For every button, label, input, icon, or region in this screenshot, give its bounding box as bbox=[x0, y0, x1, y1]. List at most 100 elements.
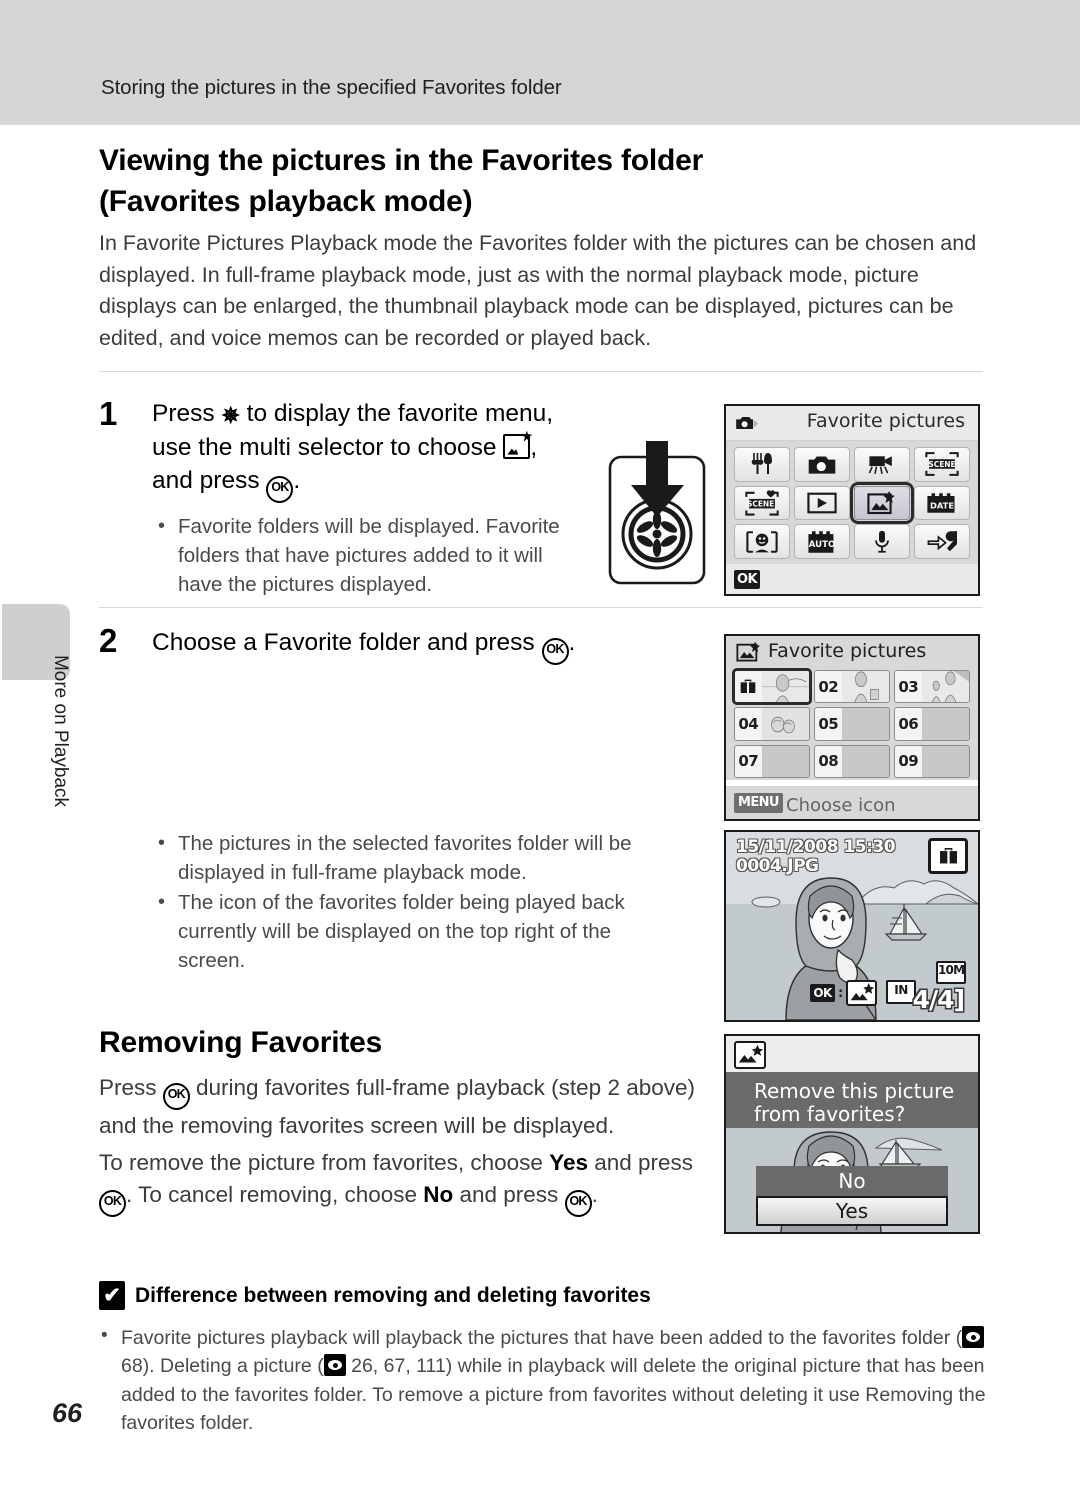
favorite-pictures-icon bbox=[846, 980, 878, 1006]
note-heading: Difference between removing and deleting… bbox=[135, 1283, 651, 1307]
note-heading-row: ✔ Difference between removing and deleti… bbox=[99, 1281, 989, 1310]
remove-yes-button[interactable]: Yes bbox=[756, 1196, 948, 1226]
frame-counter: 4/4] bbox=[912, 985, 965, 1014]
menu-cell-favorite-pictures[interactable] bbox=[850, 481, 914, 525]
lcd-screen-remove-dialog: Remove this picture from favorites? No Y… bbox=[724, 1034, 980, 1234]
colon-separator: : bbox=[838, 985, 844, 1001]
folder-cell-02-label: 02 bbox=[818, 677, 839, 696]
folder-cell-09[interactable]: 09 bbox=[894, 744, 970, 778]
playback-ok-hint: OK : bbox=[810, 980, 878, 1006]
folder-cell-04[interactable]: 04 bbox=[734, 707, 810, 741]
menu-cell-setup[interactable] bbox=[914, 524, 970, 559]
movie-icon bbox=[868, 456, 892, 475]
menu-cell-camera[interactable] bbox=[794, 447, 850, 482]
folder-cell-02-label-area: 02 bbox=[815, 671, 842, 703]
folder-cell-01[interactable] bbox=[732, 667, 812, 706]
briefcase-icon bbox=[939, 847, 957, 863]
folder-cell-05[interactable]: 05 bbox=[814, 707, 890, 741]
menu-cell-auto[interactable]: AUTO bbox=[794, 524, 850, 559]
step-1-bullets: Favorite folders will be displayed. Favo… bbox=[152, 512, 567, 599]
scene-heart-icon: SCENE bbox=[745, 490, 779, 516]
step-2-head-part1: Choose a Favorite folder and press bbox=[152, 629, 542, 656]
step-2-bullets: The pictures in the selected favorites f… bbox=[152, 829, 662, 975]
menu-title-bar: Favorite pictures bbox=[726, 406, 978, 441]
menu-cell-date[interactable]: DATE bbox=[914, 485, 970, 521]
note-body-a: Favorite pictures playback will playback… bbox=[121, 1327, 963, 1349]
yes-emphasis: Yes bbox=[549, 1149, 588, 1175]
menu-cell-smile[interactable] bbox=[734, 524, 790, 559]
svg-text:DATE: DATE bbox=[930, 501, 954, 511]
step-2-body: Choose a Favorite folder and press OK. bbox=[152, 626, 632, 665]
menu-ok-badge: OK bbox=[734, 570, 760, 589]
favorite-pictures-icon bbox=[734, 1041, 766, 1069]
grid-footer-text: Choose icon bbox=[786, 795, 896, 816]
folder-cell-08-label-area: 08 bbox=[815, 745, 842, 777]
rule-above-step2 bbox=[99, 607, 983, 608]
setup-wrench-icon bbox=[927, 530, 957, 551]
folder-cell-03-thumb bbox=[921, 671, 969, 703]
step-1-number: 1 bbox=[99, 395, 118, 432]
folder-cell-01-thumb bbox=[761, 671, 809, 703]
step-2-bullet-2: The icon of the favorites folder being p… bbox=[152, 888, 662, 975]
menu-icon-grid: SCENE SCENE DATE AUTO bbox=[726, 441, 978, 565]
folder-cell-06-label: 06 bbox=[898, 714, 919, 733]
ok-badge: OK bbox=[810, 984, 835, 1002]
folder-cell-05-thumb bbox=[841, 708, 889, 740]
folder-cell-08-thumb bbox=[841, 745, 889, 777]
favorite-pictures-icon bbox=[867, 490, 895, 515]
para1-a: Press bbox=[99, 1075, 163, 1100]
folder-cell-06-label-area: 06 bbox=[895, 708, 922, 740]
step-2-heading: Choose a Favorite folder and press OK. bbox=[152, 626, 632, 665]
folder-cell-04-label: 04 bbox=[738, 714, 759, 733]
favorite-pictures-icon bbox=[736, 641, 760, 662]
multi-selector-star-icon: ✵ bbox=[221, 403, 240, 428]
folder-cell-07-thumb bbox=[761, 745, 809, 777]
folder-cell-03-label: 03 bbox=[898, 677, 919, 696]
menu-cell-scene[interactable]: SCENE bbox=[914, 447, 970, 482]
folder-cell-06[interactable]: 06 bbox=[894, 707, 970, 741]
para2-a: To remove the picture from favorites, ch… bbox=[99, 1149, 550, 1175]
folder-cell-07[interactable]: 07 bbox=[734, 744, 810, 778]
menu-cell-movie[interactable] bbox=[854, 447, 910, 482]
folder-cell-08[interactable]: 08 bbox=[814, 744, 890, 778]
playback-filename: 0004.JPG bbox=[736, 856, 819, 877]
menu-cell-microphone[interactable] bbox=[854, 524, 910, 559]
lcd-screen-folder-grid: Favorite pictures 02 03 04 05 06 07 08 0… bbox=[724, 634, 980, 821]
ok-button-icon: OK bbox=[266, 476, 294, 504]
note-body-ref1: 68). Deleting a picture ( bbox=[121, 1355, 324, 1378]
caution-check-icon: ✔ bbox=[99, 1281, 125, 1310]
step-1-bullet-1: Favorite folders will be displayed. Favo… bbox=[152, 512, 567, 599]
remove-no-button[interactable]: No bbox=[756, 1166, 948, 1196]
folder-cell-09-thumb bbox=[921, 745, 969, 777]
folder-cell-07-label-area: 07 bbox=[735, 745, 762, 777]
folder-cell-01-label-area bbox=[735, 671, 762, 703]
internal-memory-badge: IN bbox=[886, 980, 916, 1004]
running-head-text: Storing the pictures in the specified Fa… bbox=[101, 76, 562, 99]
folder-cell-04-label-area: 04 bbox=[735, 708, 762, 740]
menu-cell-playback[interactable] bbox=[794, 485, 850, 521]
auto-icon: AUTO bbox=[808, 530, 835, 553]
playback-date: 15/11/2008 15:30 bbox=[736, 837, 896, 857]
camera-icon bbox=[808, 456, 836, 474]
remove-title-bar bbox=[726, 1036, 978, 1072]
menu-cell-restaurant[interactable] bbox=[734, 447, 790, 482]
step-1-head-part4: . bbox=[293, 467, 301, 495]
folder-cell-07-label: 07 bbox=[738, 752, 759, 771]
svg-text:SCENE: SCENE bbox=[928, 460, 955, 469]
step-2-number: 2 bbox=[99, 622, 118, 659]
page-content: Storing the pictures in the specified Fa… bbox=[0, 0, 1080, 1486]
intro-paragraph: In Favorite Pictures Playback mode the F… bbox=[99, 231, 977, 350]
scene-icon: SCENE bbox=[925, 452, 959, 477]
menu-cell-scene-heart[interactable]: SCENE bbox=[734, 485, 790, 521]
folder-cell-04-thumb bbox=[761, 708, 809, 740]
reference-icon bbox=[962, 1326, 985, 1348]
step-2-bullets-block: The pictures in the selected favorites f… bbox=[152, 820, 662, 977]
no-emphasis: No bbox=[423, 1182, 454, 1208]
para2-e: . bbox=[591, 1182, 598, 1208]
folder-cell-02[interactable]: 02 bbox=[814, 670, 890, 704]
favorite-folder-badge bbox=[928, 838, 968, 874]
folder-cell-09-label: 09 bbox=[898, 752, 919, 771]
playback-date-time: 15/11/2008 15:30 0004.JPG bbox=[736, 837, 896, 877]
folder-cell-03[interactable]: 03 bbox=[894, 670, 970, 704]
frame-current: 4/ bbox=[912, 985, 939, 1014]
